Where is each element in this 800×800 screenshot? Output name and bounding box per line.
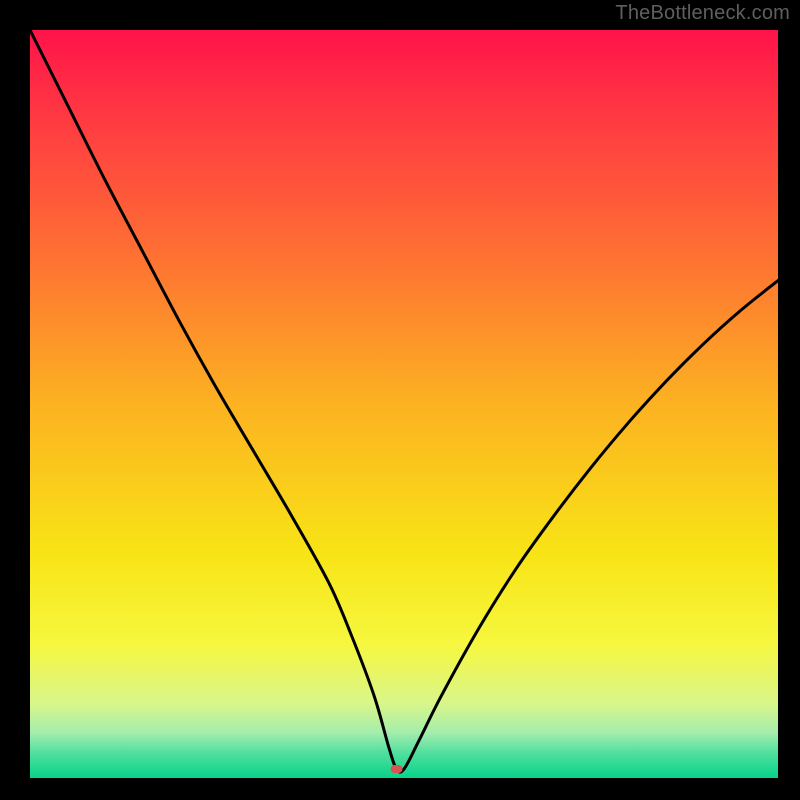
plot-area (30, 30, 778, 778)
optimum-marker (391, 765, 403, 773)
chart-svg (30, 30, 778, 778)
chart-container: TheBottleneck.com (0, 0, 800, 800)
watermark-text: TheBottleneck.com (615, 2, 790, 25)
